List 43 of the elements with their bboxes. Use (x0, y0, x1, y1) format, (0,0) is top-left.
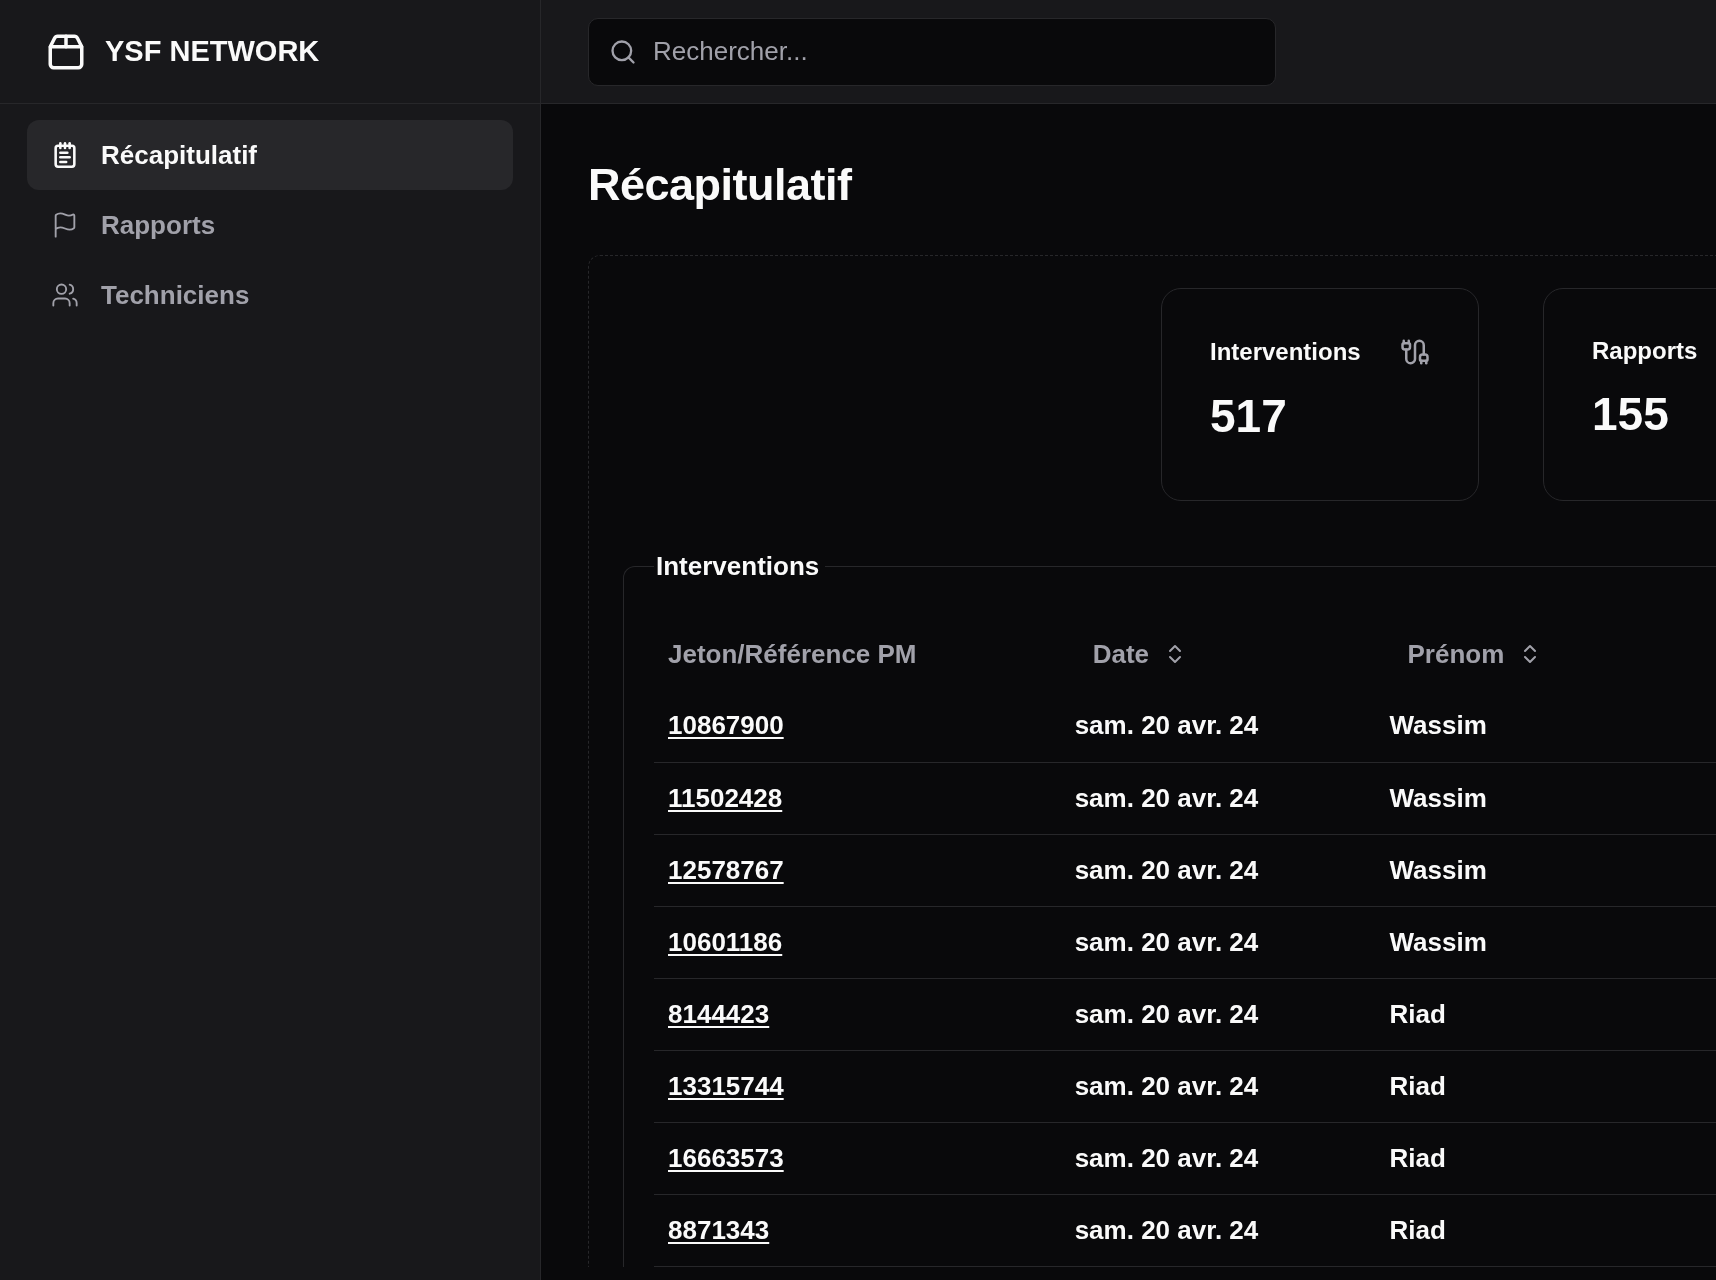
brand-name: YSF NETWORK (105, 35, 320, 68)
table-cell: sam. 20 avr. 24 (1074, 998, 1259, 1029)
table-cell: sam. 20 avr. 24 (1074, 1070, 1259, 1101)
table-cell: Wassim (1389, 854, 1487, 885)
reference-link[interactable]: 10601186 (668, 926, 783, 957)
reference-link[interactable]: 8871343 (668, 1214, 770, 1245)
users-icon (51, 281, 79, 309)
page-title: Récapitulatif (588, 159, 853, 211)
reference-link[interactable]: 8144423 (668, 998, 770, 1029)
stat-label: Interventions (1210, 338, 1361, 366)
reference-link[interactable]: 16663573 (668, 1142, 784, 1173)
table-cell: Wassim (1389, 782, 1487, 813)
table-cell: sam. 20 avr. 24 (1074, 1142, 1259, 1173)
sidebar-item[interactable]: Récapitulatif (27, 120, 513, 190)
stat-label: Rapports (1592, 337, 1698, 365)
table-cell: Riad (1389, 1070, 1446, 1101)
table-cell: sam. 20 avr. 24 (1074, 710, 1259, 741)
sort-button[interactable]: Date (1060, 630, 1187, 678)
column-header: Jeton/Référence PM (668, 638, 917, 669)
table-cell: Riad (1389, 1214, 1446, 1245)
notepad-icon (51, 141, 79, 169)
table-cell: Wassim (1389, 926, 1487, 957)
reference-link[interactable]: 12578767 (668, 854, 784, 885)
table-cell: Wassim (1389, 710, 1487, 741)
table-cell: sam. 20 avr. 24 (1074, 1214, 1259, 1245)
table-cell: sam. 20 avr. 24 (1074, 854, 1259, 885)
table-cell: Riad (1389, 1142, 1446, 1173)
table-cell: sam. 20 avr. 24 (1074, 782, 1259, 813)
table-cell: sam. 20 avr. 24 (1074, 926, 1259, 957)
reference-link[interactable]: 11502428 (668, 782, 783, 813)
stat-value: 155 (1592, 387, 1670, 441)
sidebar-item[interactable]: Techniciens (27, 260, 513, 330)
search-box[interactable]: Rechercher... (588, 17, 1276, 86)
search-field[interactable]: Rechercher... (651, 35, 1255, 68)
search-icon (609, 37, 637, 66)
table-title: Interventions (655, 551, 821, 582)
cable-icon (1400, 337, 1430, 367)
table-cell: Riad (1389, 998, 1446, 1029)
reference-link[interactable]: 10867900 (668, 710, 784, 741)
sidebar-item[interactable]: Rapports (27, 190, 513, 260)
sort-button[interactable]: Prénom (1375, 630, 1543, 678)
reference-link[interactable]: 13315744 (668, 1070, 784, 1101)
stat-value: 517 (1210, 389, 1288, 443)
